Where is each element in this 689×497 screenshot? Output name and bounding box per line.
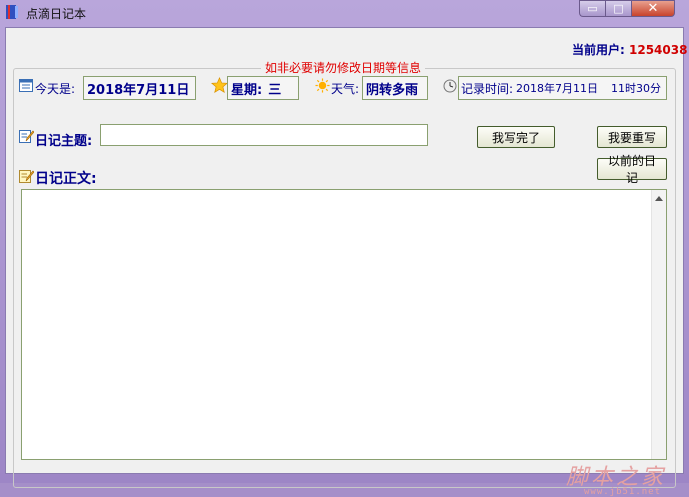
record-time-clock: 11时30分 [611,82,662,95]
current-user-label: 当前用户: [572,43,625,57]
current-user-value: 1254038 [629,43,688,57]
record-time-date: 2018年7月11日 [516,82,599,95]
app-window: 点滴日记本 ▭ □ ✕ 当前用户: 1254038 如非必要请勿修改日期等信息 … [0,0,689,497]
rewrite-button[interactable]: 我要重写 [597,126,667,148]
weekday-field[interactable]: 星期: 三 [227,76,299,100]
edit-icon [19,130,34,143]
star-icon [211,77,228,94]
today-field[interactable]: 2018年7月11日 [83,76,196,100]
record-time-label: 记录时间: [461,81,514,96]
maximize-button[interactable]: □ [605,0,631,17]
vertical-scrollbar[interactable] [651,190,666,459]
body-label: 日记正文: [35,171,97,187]
minimize-icon: ▭ [587,2,598,15]
weather-field[interactable]: 阴转多雨 [362,76,428,100]
weekday-label: 星期: [231,82,263,98]
record-time-field[interactable]: 记录时间: 2018年7月11日 11时30分 [458,76,667,100]
diary-app-icon [6,5,18,19]
watermark-url: www.jb51.net [584,487,662,497]
done-button[interactable]: 我写完了 [477,126,555,148]
clock-icon [443,79,457,93]
weather-label: 天气: [331,82,360,96]
calendar-icon [19,79,33,92]
history-button[interactable]: 以前的日记 [597,154,667,185]
maximize-icon: □ [613,2,624,15]
today-value: 2018年7月11日 [87,82,190,98]
current-user: 当前用户: 1254038 [572,41,687,58]
today-label: 今天是: [35,82,76,96]
minimize-button[interactable]: ▭ [579,0,605,17]
window-controls: ▭ □ ✕ [579,0,675,17]
subject-label: 日记主题: [35,134,93,149]
main-panel: 当前用户: 1254038 如非必要请勿修改日期等信息 今天是: 2018年7月… [5,27,687,497]
title-bar[interactable]: 点滴日记本 ▭ □ ✕ [0,0,689,24]
notepad-icon [19,170,34,183]
subject-input[interactable] [100,124,428,146]
weather-value: 阴转多雨 [366,82,419,98]
weekday-value: 三 [268,82,282,98]
close-button[interactable]: ✕ [631,0,675,17]
group-title: 如非必要请勿修改日期等信息 [261,59,426,76]
diary-body-textarea[interactable] [21,189,667,460]
sun-icon [315,78,330,93]
window-title: 点滴日记本 [26,7,87,21]
scroll-up-arrow-icon[interactable] [655,196,663,201]
close-icon: ✕ [647,1,659,16]
